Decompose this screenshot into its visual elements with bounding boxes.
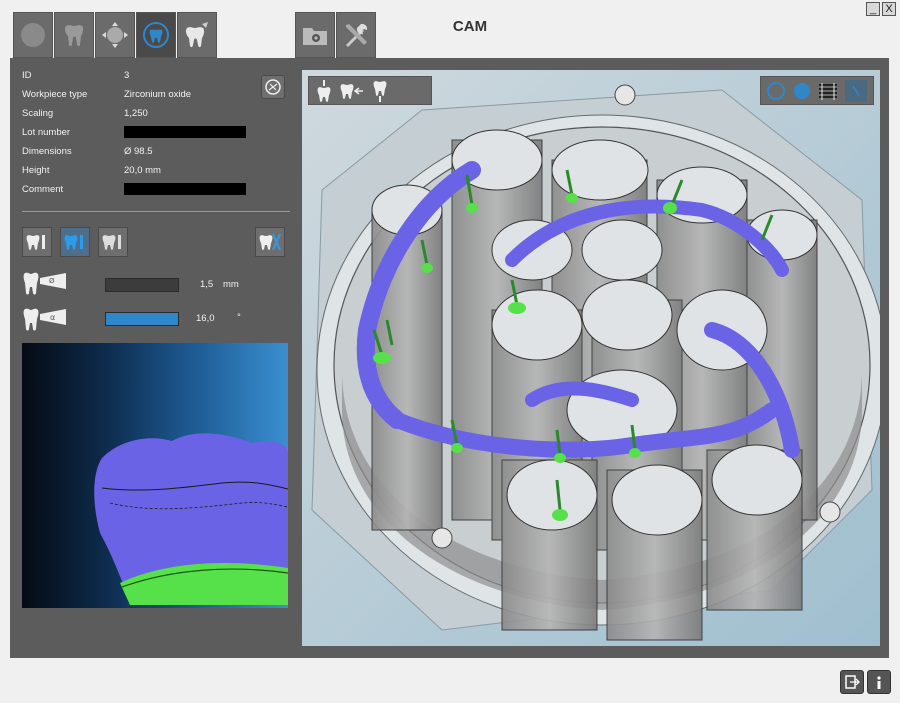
cam-3d-viewport[interactable] [302,70,880,646]
tooth-up-icon [317,80,331,102]
tooth-down-icon [373,81,387,102]
tooth-mode-2-button[interactable] [60,227,90,257]
view-tooth-button[interactable] [313,79,335,103]
wireframe-view-button[interactable] [765,80,787,102]
sprue-angle-icon: α [22,304,76,338]
tooth-sprue-one-icon [102,235,121,250]
id-label: ID [22,70,32,81]
view-toolbar-right [760,76,874,105]
circle-outline-icon [767,82,785,100]
workpiece-disc-icon [265,79,281,95]
solid-view-button[interactable] [791,80,813,102]
tooth-icon [64,25,84,47]
angle-slider[interactable] [105,312,179,326]
scaling-label: Scaling [22,108,54,119]
tooth-delete-icon [259,233,281,251]
diameter-slider[interactable] [105,278,179,292]
tab-tools[interactable] [336,12,376,58]
tooth-brush-icon [185,22,208,48]
tab-brush[interactable] [177,12,217,58]
close-icon: X [885,3,893,15]
tab-blank[interactable] [13,12,53,58]
property-height: Height 20,0 mm [22,165,292,184]
angle-value: 16,0 [196,313,215,324]
tab-sprue[interactable] [136,12,176,58]
transparency-view-button[interactable] [845,80,867,102]
folder-gear-icon [303,28,327,45]
section-view-button[interactable] [817,80,839,102]
tooth-sprue-icon [143,22,169,48]
export-icon [845,675,860,689]
scaling-value: 1,250 [124,108,148,119]
lot-number-field[interactable] [124,126,246,138]
circle-blank-icon [21,23,45,47]
tab-settings-folder[interactable] [295,12,335,58]
angle-slider-fill [106,313,178,325]
tooth-mode-3-button[interactable] [98,227,128,257]
tooth-sprue-one-icon [64,235,83,250]
view-tooth-side-button[interactable] [339,79,365,103]
tooth-side-icon [340,84,363,99]
nesting-render [302,70,880,646]
height-value: 20,0 mm [124,165,161,176]
tools-icon [346,23,368,47]
diameter-unit: mm [223,279,239,290]
circle-filled-icon [794,83,810,99]
property-comment: Comment [22,183,292,203]
tooth-preview-render [94,433,288,605]
dimensions-label: Dimensions [22,146,72,157]
layers-icon [819,83,837,100]
tooth-mode-1-button[interactable] [22,227,52,257]
dimensions-value: Ø 98.5 [124,146,153,157]
height-label: Height [22,165,50,176]
property-scaling: Scaling 1,250 [22,108,292,127]
sprue-diameter-icon: Ø [22,268,76,302]
property-lot: Lot number [22,126,292,146]
property-workpiece: Workpiece type Zirconium oxide [22,89,292,108]
minimize-icon: _ [869,3,877,15]
id-value: 3 [124,70,130,81]
view-toolbar-left [308,76,432,105]
workpiece-properties: ID 3 Workpiece type Zirconium oxide Scal… [22,70,292,203]
lot-number-label: Lot number [22,127,71,138]
diameter-value: 1,5 [200,279,214,290]
delete-sprue-button[interactable] [255,227,285,257]
workpiece-type-value: Zirconium oxide [124,89,192,100]
minimize-button[interactable]: _ [866,2,880,16]
move-tooth-icon [102,22,128,48]
tab-move[interactable] [95,12,135,58]
property-id: ID 3 [22,70,292,89]
angle-unit: ° [237,312,241,323]
workpiece-select-button[interactable] [261,75,285,99]
svg-text:Ø: Ø [49,277,55,285]
divider [22,211,290,212]
comment-field[interactable] [124,183,246,195]
tooth-preview[interactable] [22,343,288,608]
close-button[interactable]: X [882,2,896,16]
view-tooth-down-button[interactable] [369,79,391,103]
export-button[interactable] [840,670,864,694]
tooth-sprue-one-icon [26,235,45,250]
info-icon [877,676,881,689]
workpiece-type-label: Workpiece type [22,89,88,100]
comment-label: Comment [22,184,64,195]
window-title: CAM [452,18,488,35]
svg-text:α: α [50,313,55,322]
transparency-icon [852,85,860,97]
tab-tooth[interactable] [54,12,94,58]
info-button[interactable] [867,670,891,694]
property-dimensions: Dimensions Ø 98.5 [22,146,292,165]
